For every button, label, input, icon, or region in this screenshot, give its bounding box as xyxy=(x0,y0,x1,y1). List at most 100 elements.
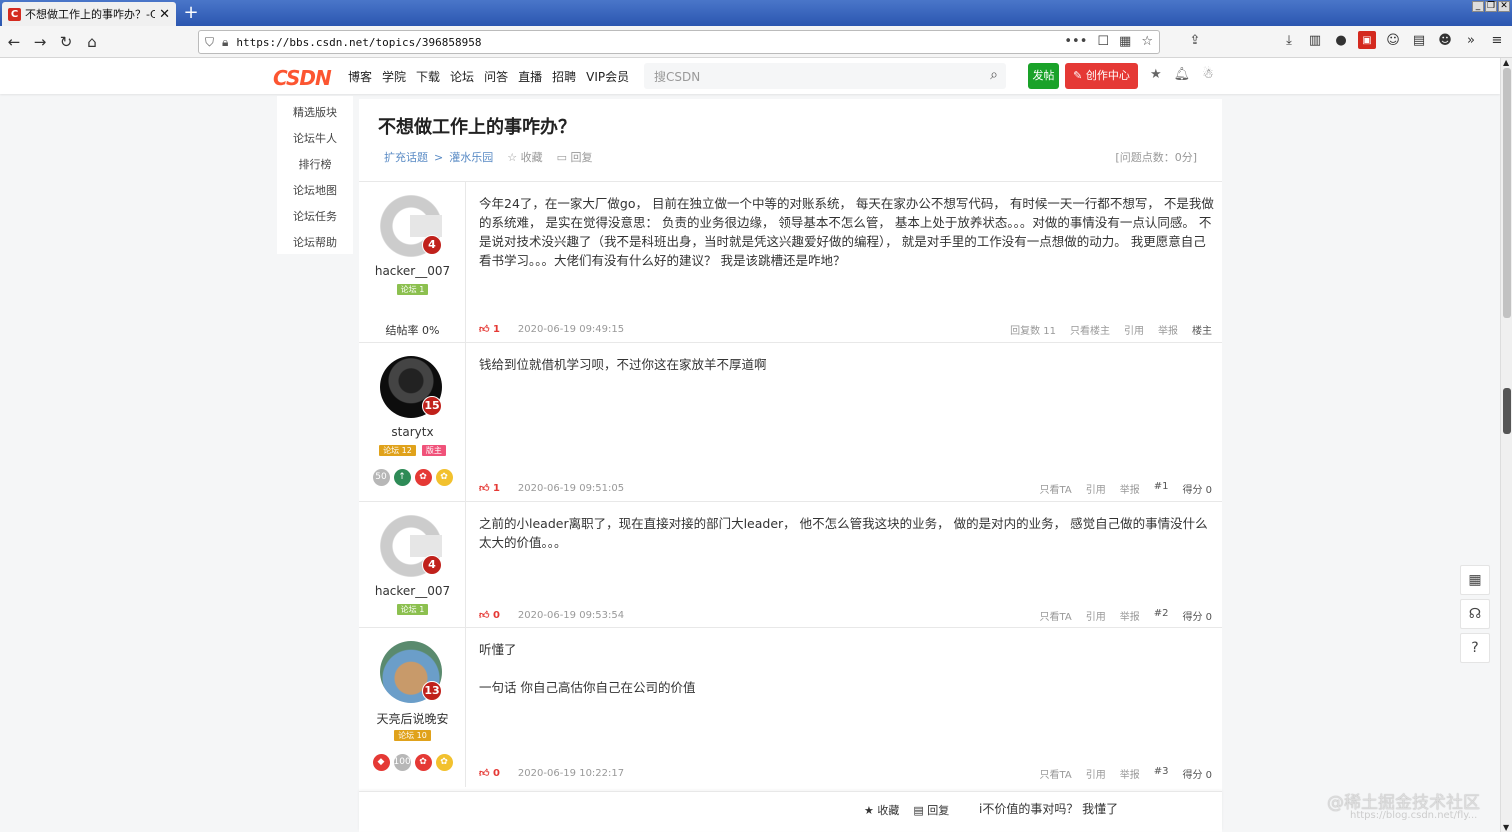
post-button[interactable]: 发帖 xyxy=(1028,63,1059,89)
post-footer: 👍︎ 1 2020-06-19 09:51:05 只看TA 引用 举报 #1 得… xyxy=(479,480,1212,496)
medal-icon[interactable]: ✿ xyxy=(414,754,432,771)
sidebar-item-help[interactable]: 论坛帮助 xyxy=(277,230,353,256)
like-button[interactable]: 👍︎ 1 xyxy=(479,482,500,494)
quote-link[interactable]: 引用 xyxy=(1124,322,1144,337)
main-menu: 博客 学院 下载 论坛 问答 直播 招聘 VIP会员 xyxy=(348,68,629,85)
search-input[interactable]: 搜CSDN ⌕ xyxy=(644,63,1006,89)
quote-link[interactable]: 引用 xyxy=(1086,608,1106,623)
username[interactable]: hacker__007 xyxy=(359,584,466,598)
sidebar-item-ranking[interactable]: 排行榜 xyxy=(277,152,353,178)
account-icon[interactable]: ● xyxy=(1332,31,1350,49)
username[interactable]: hacker__007 xyxy=(359,264,466,278)
menu-item-blog[interactable]: 博客 xyxy=(348,68,372,85)
menu-item-download[interactable]: 下载 xyxy=(416,68,440,85)
medal-icon[interactable]: ↑ xyxy=(393,469,411,486)
download-icon[interactable]: ⤓ xyxy=(1280,31,1298,49)
scroll-up-icon[interactable]: ▲ xyxy=(1503,58,1509,67)
medal-icon[interactable]: ◆ xyxy=(372,754,390,771)
upload-icon[interactable]: ⇪ xyxy=(1186,31,1204,49)
menu-item-forum[interactable]: 论坛 xyxy=(450,68,474,85)
menu-item-qa[interactable]: 问答 xyxy=(484,68,508,85)
report-link[interactable]: 举报 xyxy=(1120,608,1140,623)
report-link[interactable]: 举报 xyxy=(1120,481,1140,496)
like-count: 1 xyxy=(492,324,500,335)
breadcrumb: 扩充话题 > 灌水乐园 ☆ 收藏 ▭ 回复 xyxy=(384,149,592,165)
floor-label: 楼主 xyxy=(1192,325,1212,337)
scrollbar-marker xyxy=(1503,388,1511,434)
sidebar-item-featured[interactable]: 精选版块 xyxy=(277,100,353,126)
more-icon[interactable]: ••• xyxy=(1064,34,1087,49)
new-tab-button[interactable]: + xyxy=(180,2,202,24)
medal-icon[interactable]: ✿ xyxy=(435,469,453,486)
scroll-down-icon[interactable]: ▼ xyxy=(1503,823,1509,832)
qr-code-icon[interactable]: ▦ xyxy=(1460,565,1490,595)
close-window-icon[interactable]: ✕ xyxy=(1498,1,1510,12)
close-tab-icon[interactable]: ✕ xyxy=(159,7,170,22)
minimize-icon[interactable]: _ xyxy=(1472,1,1484,12)
forward-icon[interactable]: → xyxy=(28,30,52,54)
medal-icon[interactable]: 100 xyxy=(393,754,411,771)
quote-link[interactable]: 引用 xyxy=(1086,766,1106,781)
back-icon[interactable]: ← xyxy=(2,30,26,54)
username[interactable]: starytx xyxy=(359,425,466,439)
menu-item-academy[interactable]: 学院 xyxy=(382,68,406,85)
shield-icon: ⛉ xyxy=(205,34,215,49)
extension-box-icon[interactable]: ▤ xyxy=(1410,31,1428,49)
notification-bell-icon[interactable]: 🔔︎ xyxy=(1174,67,1191,82)
username[interactable]: 天亮后说晚安 xyxy=(359,710,466,727)
like-button[interactable]: 👍︎ 0 xyxy=(479,767,500,779)
customer-service-icon[interactable]: ☊ xyxy=(1460,599,1490,629)
only-author-link[interactable]: 只看楼主 xyxy=(1070,322,1110,337)
like-button[interactable]: 👍︎ 0 xyxy=(479,609,500,621)
scrollbar-thumb[interactable] xyxy=(1503,68,1511,318)
csdn-logo[interactable]: CSDN xyxy=(273,66,332,90)
post-line-1: 听懂了 xyxy=(479,642,517,657)
bookmark-star-icon[interactable]: ☆ xyxy=(1141,34,1153,49)
search-icon[interactable]: ⌕ xyxy=(990,67,998,83)
sidebar-item-map[interactable]: 论坛地图 xyxy=(277,178,353,204)
overflow-icon[interactable]: » xyxy=(1462,31,1480,49)
sidebar-item-experts[interactable]: 论坛牛人 xyxy=(277,126,353,152)
sidebar-icon[interactable]: ▥ xyxy=(1306,31,1324,49)
home-icon[interactable]: ⌂ xyxy=(80,30,104,54)
medal-icon[interactable]: ✿ xyxy=(414,469,432,486)
qr-icon[interactable]: ▦ xyxy=(1119,34,1131,49)
restore-icon[interactable]: ❐ xyxy=(1485,1,1497,12)
extension-monkey-icon[interactable]: ☺ xyxy=(1384,31,1402,49)
favorites-icon[interactable]: ★ xyxy=(1150,67,1162,82)
url-bar[interactable]: ⛉ 🔒︎ https://bbs.csdn.net/topics/3968589… xyxy=(198,30,1160,54)
quote-link[interactable]: 引用 xyxy=(1086,481,1106,496)
user-avatar-icon[interactable]: ☃ xyxy=(1202,67,1214,82)
like-button[interactable]: 👍︎ 1 xyxy=(479,323,500,335)
site-header: CSDN 博客 学院 下载 论坛 问答 直播 招聘 VIP会员 搜CSDN ⌕ … xyxy=(0,58,1500,94)
report-link[interactable]: 举报 xyxy=(1120,766,1140,781)
lock-icon: 🔒︎ xyxy=(222,34,229,49)
sidebar-item-tasks[interactable]: 论坛任务 xyxy=(277,204,353,230)
pocket-icon[interactable]: ☐ xyxy=(1097,34,1109,49)
forum-level-badge: 论坛 12 xyxy=(379,445,416,456)
browser-tab[interactable]: C 不想做工作上的事咋办？-CSDN ✕ xyxy=(2,2,176,26)
help-icon[interactable]: ? xyxy=(1460,633,1490,663)
report-link[interactable]: 举报 xyxy=(1158,322,1178,337)
extension-face-icon[interactable]: ☻ xyxy=(1436,31,1454,49)
medal-icon[interactable]: 50 xyxy=(372,469,390,486)
menu-icon[interactable]: ≡ xyxy=(1488,31,1506,49)
menu-item-vip[interactable]: VIP会员 xyxy=(586,68,629,85)
breadcrumb-expand-topic[interactable]: 扩充话题 xyxy=(384,149,428,165)
reply-link[interactable]: ▭ 回复 xyxy=(557,149,593,165)
only-ta-link[interactable]: 只看TA xyxy=(1040,608,1072,623)
breadcrumb-water-park[interactable]: 灌水乐园 xyxy=(449,149,493,165)
menu-item-jobs[interactable]: 招聘 xyxy=(552,68,576,85)
page-scrollbar[interactable]: ▲ ▼ xyxy=(1500,58,1512,832)
only-ta-link[interactable]: 只看TA xyxy=(1040,481,1072,496)
only-ta-link[interactable]: 只看TA xyxy=(1040,766,1072,781)
favorite-link[interactable]: ☆ 收藏 xyxy=(507,149,542,165)
menu-item-live[interactable]: 直播 xyxy=(518,68,542,85)
reload-icon[interactable]: ↻ xyxy=(54,30,78,54)
create-center-button[interactable]: ✎ 创作中心 xyxy=(1065,63,1138,89)
create-center-label: 创作中心 xyxy=(1085,69,1130,82)
bottom-reply-button[interactable]: ▤ 回复 xyxy=(913,802,949,818)
medal-icon[interactable]: ✿ xyxy=(435,754,453,771)
bottom-favorite-button[interactable]: ★ 收藏 xyxy=(864,802,899,818)
extension-csdn-icon[interactable]: ▣ xyxy=(1358,31,1376,49)
